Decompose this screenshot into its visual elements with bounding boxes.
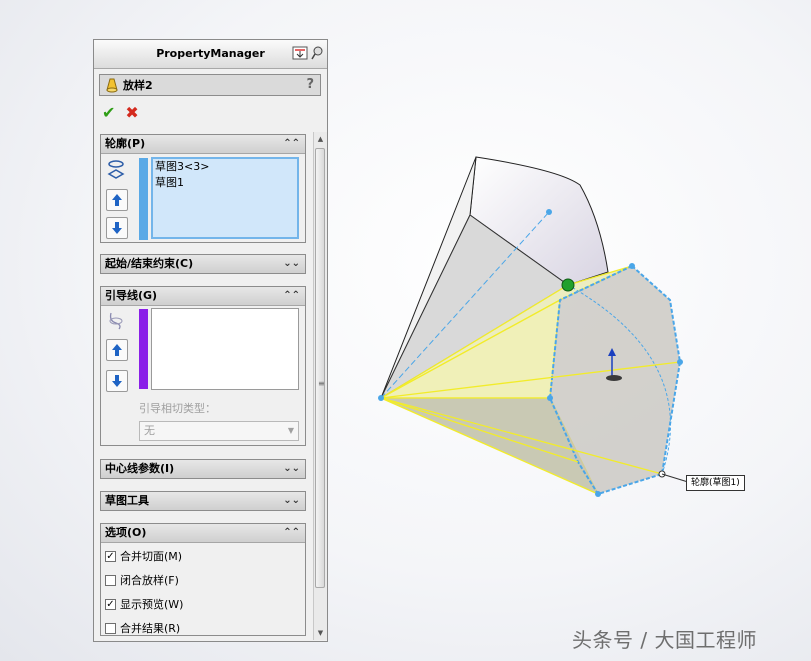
guides-group-header[interactable]: 引导线(G) ⌃⌃: [101, 287, 305, 306]
start-end-group-header[interactable]: 起始/结束约束(C) ⌄⌄: [101, 255, 305, 273]
sketch-tools-group-header[interactable]: 草图工具 ⌄⌄: [101, 492, 305, 510]
feature-header: 放样2 ?: [99, 74, 321, 96]
profiles-group-title: 轮廓(P): [105, 137, 146, 150]
guides-group-title: 引导线(G): [105, 289, 158, 302]
start-end-group-title: 起始/结束约束(C): [105, 257, 194, 270]
tangency-type-label: 引导相切类型：: [139, 402, 216, 415]
collapse-chevron-icon[interactable]: ⌃⌃: [283, 287, 300, 305]
option-label: 闭合放样(F): [120, 574, 179, 587]
scroll-up-arrow-icon[interactable]: ▲: [314, 132, 327, 146]
help-button[interactable]: ?: [306, 77, 314, 92]
list-item[interactable]: 草图1: [153, 175, 297, 191]
graphics-viewport[interactable]: [330, 0, 811, 661]
profile-selection-icon: [107, 160, 125, 179]
property-manager-panel: PropertyManager 放样2 ? ✔ ✖ 轮廓(P) ⌃⌃ 草图3<3…: [93, 39, 328, 642]
option-label: 合并切面(M): [120, 550, 183, 563]
expand-chevron-icon[interactable]: ⌄⌄: [283, 255, 300, 273]
scrollbar-thumb[interactable]: ≡: [315, 148, 325, 588]
feature-name: 放样2: [123, 79, 153, 92]
display-pane-icon[interactable]: [311, 46, 323, 60]
options-group: 选项(O) ⌃⌃ ✓ 合并切面(M) 闭合放样(F) ✓ 显示预览(W) 合并结…: [100, 523, 306, 636]
arrow-up-icon: [112, 194, 122, 206]
guides-color-bar: [139, 309, 148, 389]
centerline-group-header[interactable]: 中心线参数(I) ⌄⌄: [101, 460, 305, 478]
move-up-button[interactable]: [106, 189, 128, 211]
arrow-down-icon: [112, 375, 122, 387]
profiles-color-bar: [139, 158, 148, 240]
dropdown-arrow-icon: ▼: [287, 426, 294, 435]
expand-chevron-icon[interactable]: ⌄⌄: [283, 492, 300, 510]
guide-curve-icon: [109, 312, 123, 330]
scroll-down-arrow-icon[interactable]: ▼: [314, 626, 327, 640]
show-preview-option[interactable]: ✓ 显示预览(W): [105, 596, 183, 612]
tangency-type-select[interactable]: 无 ▼: [139, 421, 299, 441]
expand-chevron-icon[interactable]: ⌄⌄: [283, 460, 300, 478]
move-up-button[interactable]: [106, 339, 128, 361]
loft-feature-icon: [106, 78, 118, 93]
options-group-header[interactable]: 选项(O) ⌃⌃: [101, 524, 305, 543]
move-down-button[interactable]: [106, 370, 128, 392]
panel-title: PropertyManager: [156, 47, 265, 60]
profiles-listbox[interactable]: 草图3<3> 草图1: [151, 157, 299, 239]
sketch-tools-group-title: 草图工具: [105, 494, 149, 507]
profile-callout-label[interactable]: 轮廓(草图1): [686, 475, 745, 491]
panel-scrollbar[interactable]: ▲ ≡ ▼: [313, 132, 327, 640]
start-end-constraints-group[interactable]: 起始/结束约束(C) ⌄⌄: [100, 254, 306, 274]
centerline-group-title: 中心线参数(I): [105, 462, 175, 475]
sketch-tools-group[interactable]: 草图工具 ⌄⌄: [100, 491, 306, 511]
option-label: 显示预览(W): [120, 598, 184, 611]
collapse-chevron-icon[interactable]: ⌃⌃: [283, 524, 300, 542]
centerline-parameters-group[interactable]: 中心线参数(I) ⌄⌄: [100, 459, 306, 479]
merge-result-checkbox[interactable]: [105, 622, 116, 634]
show-preview-checkbox[interactable]: ✓: [105, 598, 116, 610]
arrow-down-icon: [112, 222, 122, 234]
ok-button[interactable]: ✔: [102, 103, 115, 122]
panel-title-bar: PropertyManager: [94, 40, 327, 69]
collapse-chevron-icon[interactable]: ⌃⌃: [283, 135, 300, 153]
profiles-group-header[interactable]: 轮廓(P) ⌃⌃: [101, 135, 305, 154]
close-loft-option[interactable]: 闭合放样(F): [105, 572, 179, 588]
profiles-group: 轮廓(P) ⌃⌃ 草图3<3> 草图1: [100, 134, 306, 243]
pin-panel-icon[interactable]: [292, 46, 308, 60]
guides-listbox[interactable]: [151, 308, 299, 390]
option-label: 合并结果(R): [120, 622, 181, 635]
merge-tangent-faces-checkbox[interactable]: ✓: [105, 550, 116, 562]
list-item[interactable]: 草图3<3>: [153, 159, 297, 175]
arrow-up-icon: [112, 344, 122, 356]
close-loft-checkbox[interactable]: [105, 574, 116, 586]
merge-result-option[interactable]: 合并结果(R): [105, 620, 180, 636]
move-down-button[interactable]: [106, 217, 128, 239]
connector-handle[interactable]: [561, 278, 575, 292]
cancel-button[interactable]: ✖: [125, 103, 138, 122]
merge-tangent-faces-option[interactable]: ✓ 合并切面(M): [105, 548, 182, 564]
tangency-type-value: 无: [144, 424, 155, 437]
guide-curves-group: 引导线(G) ⌃⌃ 引导相切类型： 无 ▼: [100, 286, 306, 446]
options-group-title: 选项(O): [105, 526, 147, 539]
panel-scroll-area: 轮廓(P) ⌃⌃ 草图3<3> 草图1 起始/结束约束(C) ⌄⌄ 引导线(G)…: [99, 132, 327, 640]
watermark-text: 头条号 / 大国工程师: [572, 628, 757, 652]
